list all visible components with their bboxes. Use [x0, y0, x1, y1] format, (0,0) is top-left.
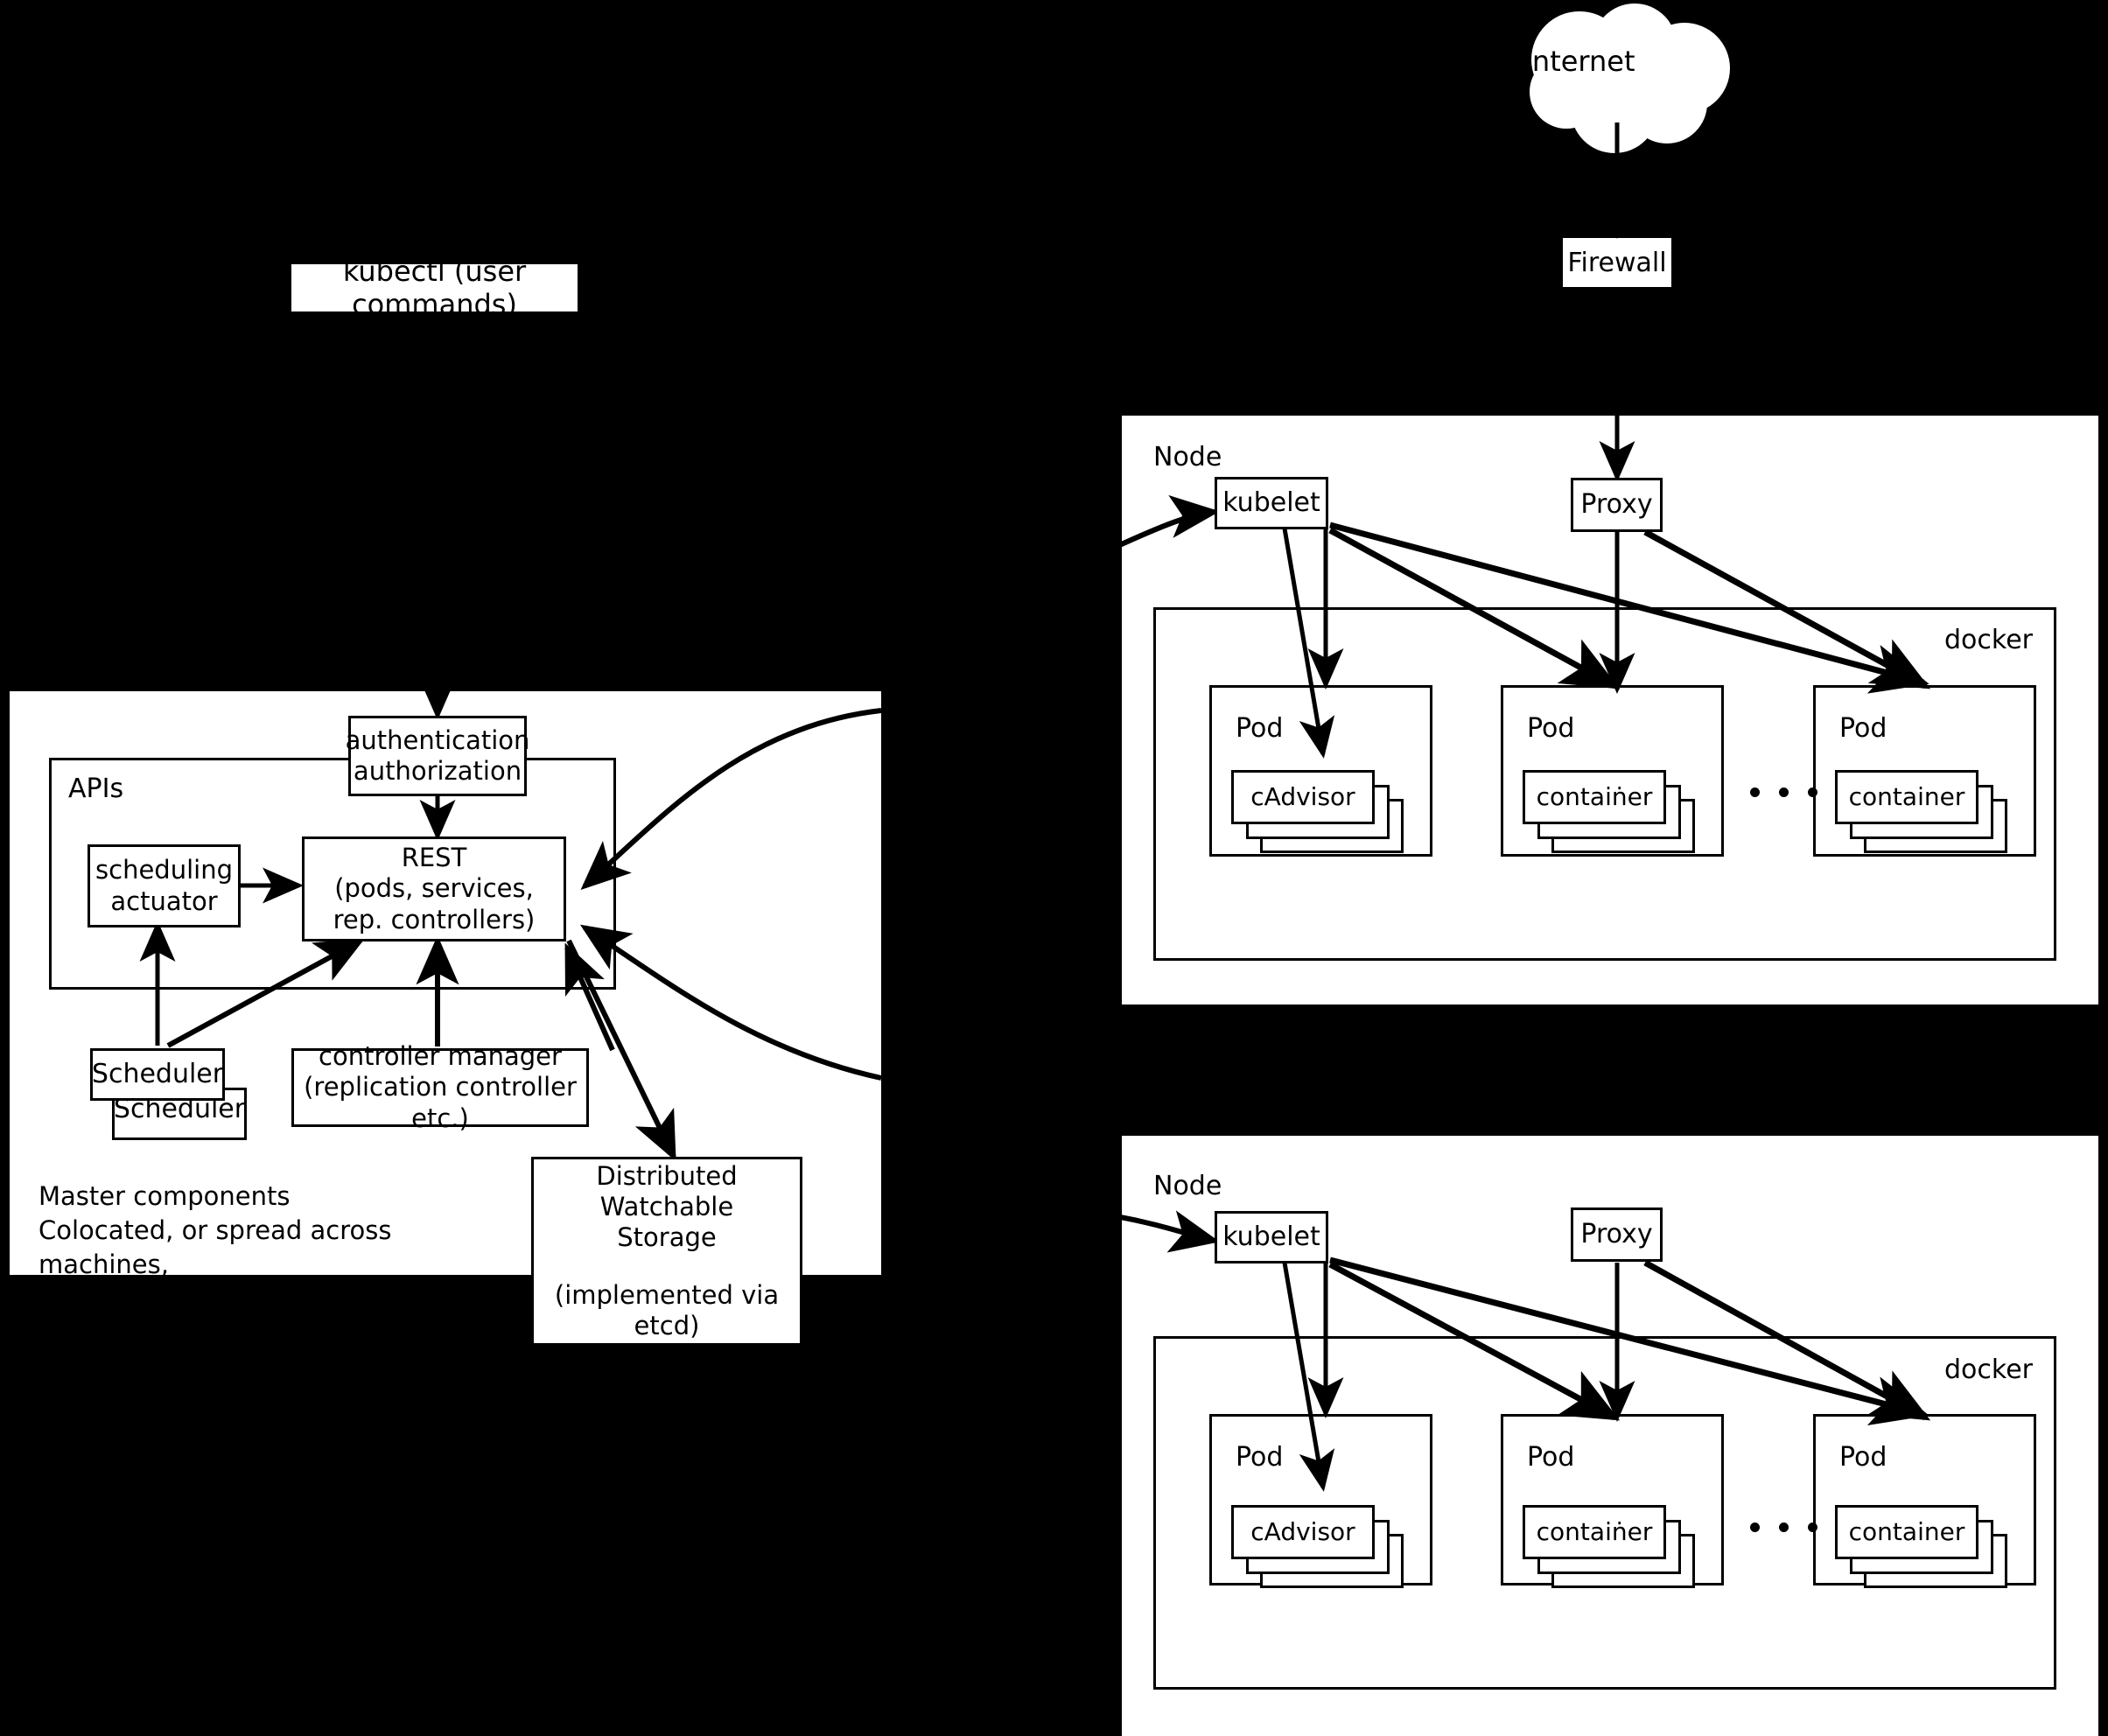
pod-label-2-2: Pod: [1527, 1442, 1575, 1473]
pod-ellipsis-2: [1750, 1522, 1817, 1532]
pod-label-1-1: Pod: [1236, 713, 1284, 744]
ellipsis-dot: [1750, 1522, 1760, 1532]
pod-label-1-3: Pod: [1839, 713, 1887, 744]
ellipsis-dot: [1779, 1522, 1789, 1532]
pod-label-2-1: Pod: [1236, 1442, 1284, 1473]
authentication-authorization-box[interactable]: authentication authorization: [346, 716, 529, 796]
rest-box[interactable]: REST (pods, services, rep. controllers): [302, 836, 566, 942]
distributed-storage-note: (implemented via etcd): [554, 1279, 780, 1341]
pod-label-2-3: Pod: [1839, 1442, 1887, 1473]
edge-node2-rest: [579, 924, 882, 1081]
edge-node1-rest: [580, 708, 882, 891]
node-label-2: Node: [1153, 1171, 1222, 1201]
pod-label-1-2: Pod: [1527, 713, 1575, 744]
pod-ellipsis-1: [1750, 788, 1817, 797]
scheduler-box[interactable]: Scheduler: [90, 1048, 225, 1101]
container-box-1-3[interactable]: container: [1835, 770, 1978, 824]
distributed-storage-box[interactable]: Distributed Watchable Storage (implement…: [531, 1157, 802, 1346]
diagram-canvas: Internet Firewall kubectl (user commands…: [0, 0, 2108, 1736]
apis-label: APIs: [68, 774, 124, 804]
edge-master-kubelet1: [1114, 494, 1220, 550]
master-caption: Master components Colocated, or spread a…: [39, 1181, 392, 1314]
docker-label-1: docker: [1944, 625, 2033, 655]
container-box-2-2[interactable]: contaiṅer: [1523, 1505, 1666, 1559]
edge-master-kubelet2: [1115, 1210, 1220, 1253]
container-box-1-1[interactable]: cAdvisor: [1231, 770, 1375, 824]
ellipsis-dot: [1750, 788, 1760, 797]
proxy-box-1[interactable]: Proxy: [1571, 478, 1663, 532]
controller-manager-box[interactable]: controller manager (replication controll…: [291, 1041, 589, 1133]
ellipsis-dot: [1779, 788, 1789, 797]
scheduling-actuator-box[interactable]: scheduling actuator: [88, 844, 241, 928]
kubelet-box-1[interactable]: kubelet: [1215, 477, 1328, 529]
node-label-1: Node: [1153, 442, 1222, 472]
proxy-box-2[interactable]: Proxy: [1571, 1208, 1663, 1262]
docker-label-2: docker: [1944, 1354, 2033, 1385]
container-box-2-1[interactable]: cAdvisor: [1231, 1505, 1375, 1559]
distributed-storage-label: Distributed Watchable Storage: [596, 1160, 738, 1253]
kubelet-box-2[interactable]: kubelet: [1215, 1211, 1328, 1264]
container-box-2-3[interactable]: container: [1835, 1505, 1978, 1559]
container-box-1-2[interactable]: contaiṅer: [1523, 770, 1666, 824]
